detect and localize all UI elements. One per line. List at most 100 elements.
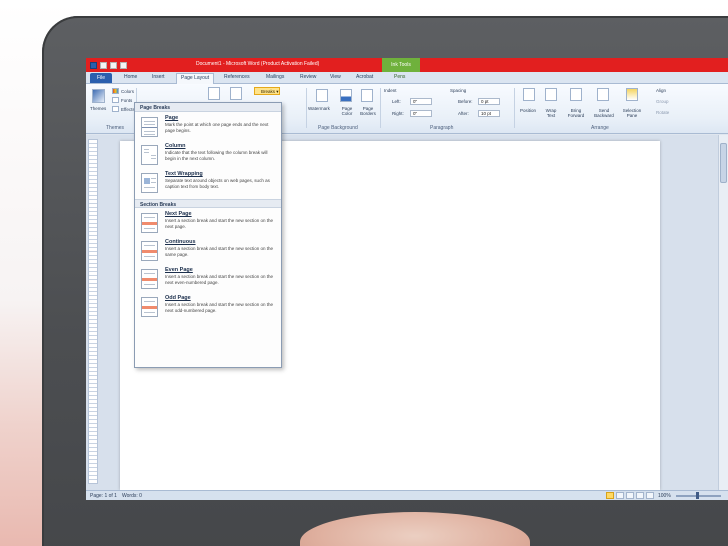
spacing-before-input[interactable]: 0 pt — [478, 98, 500, 105]
watermark-button-label[interactable]: Watermark — [308, 106, 330, 111]
next-page-break-title: Next Page — [165, 211, 192, 217]
orientation-icon[interactable] — [230, 87, 242, 100]
ink-tools-context-label: Ink Tools — [382, 58, 420, 72]
status-bar: Page: 1 of 1 Words: 0 100% — [86, 490, 728, 500]
undo-icon[interactable] — [110, 61, 117, 69]
tab-view[interactable]: View — [330, 74, 341, 80]
tab-review[interactable]: Review — [300, 74, 316, 80]
continuous-break-description: Insert a section break and start the new… — [165, 246, 274, 257]
indent-right-label: Right: — [392, 111, 404, 116]
zoom-level[interactable]: 100% — [658, 493, 671, 499]
text-wrapping-break-title: Text Wrapping — [165, 171, 203, 177]
section-break-next-page[interactable]: Next Page Insert a section break and sta… — [135, 208, 281, 236]
tab-page-layout[interactable]: Page Layout — [176, 73, 215, 84]
position-icon[interactable] — [523, 88, 535, 101]
page-borders-button-label[interactable]: Page Borders — [358, 106, 378, 116]
position-button-label[interactable]: Position — [520, 108, 536, 113]
effects-button[interactable]: Effects — [121, 107, 135, 112]
continuous-break-icon — [141, 241, 158, 261]
break-option-page[interactable]: Page Mark the point at which one page en… — [135, 112, 281, 140]
tab-file[interactable]: File — [90, 73, 112, 83]
zoom-slider-thumb[interactable] — [696, 492, 699, 499]
page-borders-icon[interactable] — [361, 89, 373, 102]
rotate-button[interactable]: Rotate — [656, 110, 669, 115]
arrange-group-label: Arrange — [591, 125, 609, 131]
ribbon-separator — [514, 88, 515, 128]
ribbon-tabs: File Home Insert Page Layout References … — [86, 72, 728, 84]
tab-home[interactable]: Home — [124, 74, 137, 80]
full-screen-view-button[interactable] — [616, 492, 624, 499]
word-count-status[interactable]: Words: 0 — [122, 493, 142, 499]
wrap-text-button-label[interactable]: Wrap Text — [543, 108, 559, 118]
tab-references[interactable]: References — [224, 74, 250, 80]
themes-icon[interactable] — [92, 89, 105, 103]
selection-pane-button-label[interactable]: Selection Pane — [621, 108, 643, 118]
indent-left-label: Left: — [392, 99, 401, 104]
themes-button-label[interactable]: Themes — [90, 106, 106, 111]
scroll-thumb[interactable] — [720, 143, 727, 183]
margins-icon[interactable] — [208, 87, 220, 100]
odd-page-break-icon — [141, 297, 158, 317]
even-page-break-title: Even Page — [165, 267, 193, 273]
colors-icon — [112, 88, 119, 94]
web-layout-view-button[interactable] — [626, 492, 634, 499]
page-count-status[interactable]: Page: 1 of 1 — [90, 493, 117, 499]
column-break-description: Indicate that the text following the col… — [165, 150, 268, 161]
tab-insert[interactable]: Insert — [152, 74, 165, 80]
ribbon-separator — [306, 88, 307, 128]
column-break-icon — [141, 145, 158, 165]
section-break-continuous[interactable]: Continuous Insert a section break and st… — [135, 236, 281, 264]
bring-forward-icon[interactable] — [570, 88, 582, 101]
tab-pens[interactable]: Pens — [394, 74, 405, 80]
outline-view-button[interactable] — [636, 492, 644, 499]
page-break-description: Mark the point at which one page ends an… — [165, 122, 269, 133]
send-backward-icon[interactable] — [597, 88, 609, 101]
page-color-button-label[interactable]: Page Color — [337, 106, 357, 116]
redo-icon[interactable] — [120, 61, 127, 69]
odd-page-break-title: Odd Page — [165, 295, 191, 301]
indent-right-input[interactable]: 0" — [410, 110, 432, 117]
draft-view-button[interactable] — [646, 492, 654, 499]
spacing-before-label: Before: — [458, 99, 473, 104]
section-break-even-page[interactable]: Even Page Insert a section break and sta… — [135, 264, 281, 292]
section-break-odd-page[interactable]: Odd Page Insert a section break and star… — [135, 292, 281, 320]
spacing-after-label: After: — [458, 111, 469, 116]
window-title: Document1 - Microsoft Word (Product Acti… — [196, 61, 320, 67]
word-logo-icon — [90, 61, 97, 69]
effects-icon — [112, 106, 119, 112]
column-break-title: Column — [165, 143, 186, 149]
print-layout-view-button[interactable] — [606, 492, 614, 499]
vertical-ruler — [88, 139, 98, 484]
vertical-scrollbar[interactable] — [718, 135, 728, 490]
paragraph-group-label: Paragraph — [430, 125, 454, 131]
title-bar: Document1 - Microsoft Word (Product Acti… — [86, 58, 728, 72]
fonts-button[interactable]: Fonts — [121, 98, 132, 103]
themes-group-label: Themes — [106, 125, 125, 131]
align-button[interactable]: Align — [656, 88, 666, 93]
colors-button[interactable]: Colors — [121, 89, 134, 94]
even-page-break-icon — [141, 269, 158, 289]
tab-mailings[interactable]: Mailings — [266, 74, 284, 80]
next-page-break-description: Insert a section break and start the new… — [165, 218, 274, 229]
breaks-dropdown-menu: Page Breaks Page Mark the point at which… — [134, 102, 282, 368]
indent-left-input[interactable]: 0" — [410, 98, 432, 105]
page-background-group-label: Page Background — [318, 125, 358, 131]
send-backward-button-label[interactable]: Send Backward — [592, 108, 616, 118]
save-icon[interactable] — [100, 61, 107, 69]
page-breaks-header: Page Breaks — [135, 103, 281, 112]
bring-forward-button-label[interactable]: Bring Forward — [565, 108, 587, 118]
page-color-icon[interactable] — [340, 89, 352, 102]
tab-acrobat[interactable]: Acrobat — [356, 74, 373, 80]
break-option-text-wrapping[interactable]: Text Wrapping Separate text around objec… — [135, 168, 281, 196]
group-button[interactable]: Group — [656, 99, 669, 104]
spacing-after-input[interactable]: 10 pt — [478, 110, 500, 117]
odd-page-break-description: Insert a section break and start the new… — [165, 302, 274, 313]
quick-access-toolbar — [86, 58, 127, 72]
watermark-icon[interactable] — [316, 89, 328, 102]
indent-heading: Indent — [384, 88, 397, 93]
break-option-column[interactable]: Column Indicate that the text following … — [135, 140, 281, 168]
breaks-button[interactable]: Breaks ▾ — [254, 87, 280, 95]
fonts-icon — [112, 97, 119, 103]
selection-pane-icon[interactable] — [626, 88, 638, 101]
wrap-text-icon[interactable] — [545, 88, 557, 101]
